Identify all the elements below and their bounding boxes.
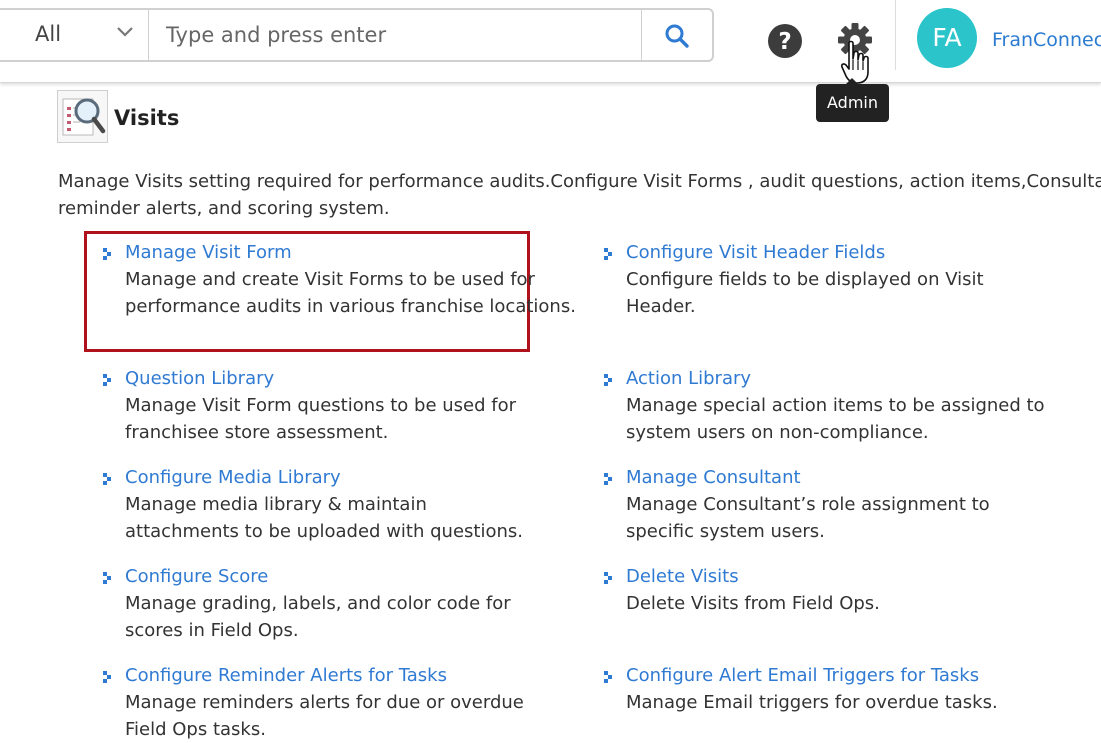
configure-score-link[interactable]: Configure Score: [125, 563, 585, 590]
bullet-icon: [604, 473, 612, 485]
list-item: Configure Alert Email Triggers for Tasks…: [604, 662, 1086, 716]
header-divider: [895, 0, 896, 70]
bullet-icon: [604, 248, 612, 260]
list-item: Question Library Manage Visit Form quest…: [103, 365, 585, 446]
item-description: Manage grading, labels, and color code f…: [125, 593, 511, 641]
list-item: Manage Consultant Manage Consultant’s ro…: [604, 464, 1086, 545]
help-icon[interactable]: ?: [767, 23, 803, 59]
list-item: Action Library Manage special action ite…: [604, 365, 1086, 446]
delete-visits-link[interactable]: Delete Visits: [626, 563, 1086, 590]
bullet-icon: [103, 248, 111, 260]
bullet-icon: [604, 671, 612, 683]
manage-visit-form-link[interactable]: Manage Visit Form: [125, 239, 585, 266]
search-bar: All: [0, 8, 714, 62]
bullet-icon: [103, 671, 111, 683]
item-description: Configure fields to be displayed on Visi…: [626, 269, 984, 317]
admin-tooltip: Admin: [816, 78, 889, 122]
user-name-link[interactable]: FranConnect: [992, 29, 1101, 51]
bullet-icon: [103, 374, 111, 386]
configure-media-library-link[interactable]: Configure Media Library: [125, 464, 585, 491]
search-input[interactable]: [166, 19, 626, 51]
search-button[interactable]: [641, 10, 712, 60]
manage-consultant-link[interactable]: Manage Consultant: [626, 464, 1086, 491]
configure-reminder-alerts-link[interactable]: Configure Reminder Alerts for Tasks: [125, 662, 585, 689]
item-description: Manage Email triggers for overdue tasks.: [626, 692, 998, 713]
list-item: Configure Visit Header Fields Configure …: [604, 239, 1086, 320]
search-scope-select[interactable]: All: [0, 10, 149, 60]
item-description: Manage and create Visit Forms to be used…: [125, 269, 576, 317]
list-item: Configure Media Library Manage media lib…: [103, 464, 585, 545]
bullet-icon: [103, 473, 111, 485]
question-library-link[interactable]: Question Library: [125, 365, 585, 392]
search-icon: [665, 24, 689, 48]
avatar[interactable]: FA: [917, 8, 977, 68]
item-description: Manage reminders alerts for due or overd…: [125, 692, 524, 740]
section-description: Manage Visits setting required for perfo…: [58, 171, 1101, 219]
page-title: Visits: [114, 106, 180, 130]
configure-alert-email-triggers-link[interactable]: Configure Alert Email Triggers for Tasks: [626, 662, 1086, 689]
action-library-link[interactable]: Action Library: [626, 365, 1086, 392]
chevron-down-icon: [117, 27, 133, 37]
item-description: Manage special action items to be assign…: [626, 395, 1045, 443]
bullet-icon: [103, 572, 111, 584]
configure-visit-header-fields-link[interactable]: Configure Visit Header Fields: [626, 239, 1086, 266]
item-description: Delete Visits from Field Ops.: [626, 593, 880, 614]
item-description: Manage Visit Form questions to be used f…: [125, 395, 516, 443]
bullet-icon: [604, 374, 612, 386]
list-item: Delete Visits Delete Visits from Field O…: [604, 563, 1086, 617]
search-scope-value: All: [35, 22, 62, 46]
item-description: Manage media library & maintain attachme…: [125, 494, 523, 542]
bullet-icon: [604, 572, 612, 584]
svg-text:?: ?: [778, 29, 791, 55]
list-item: Manage Visit Form Manage and create Visi…: [103, 239, 585, 320]
visits-section-icon: [57, 90, 108, 143]
item-description: Manage Consultant’s role assignment to s…: [626, 494, 990, 542]
list-item: Configure Score Manage grading, labels, …: [103, 563, 585, 644]
top-bar: All ?: [0, 0, 1101, 84]
